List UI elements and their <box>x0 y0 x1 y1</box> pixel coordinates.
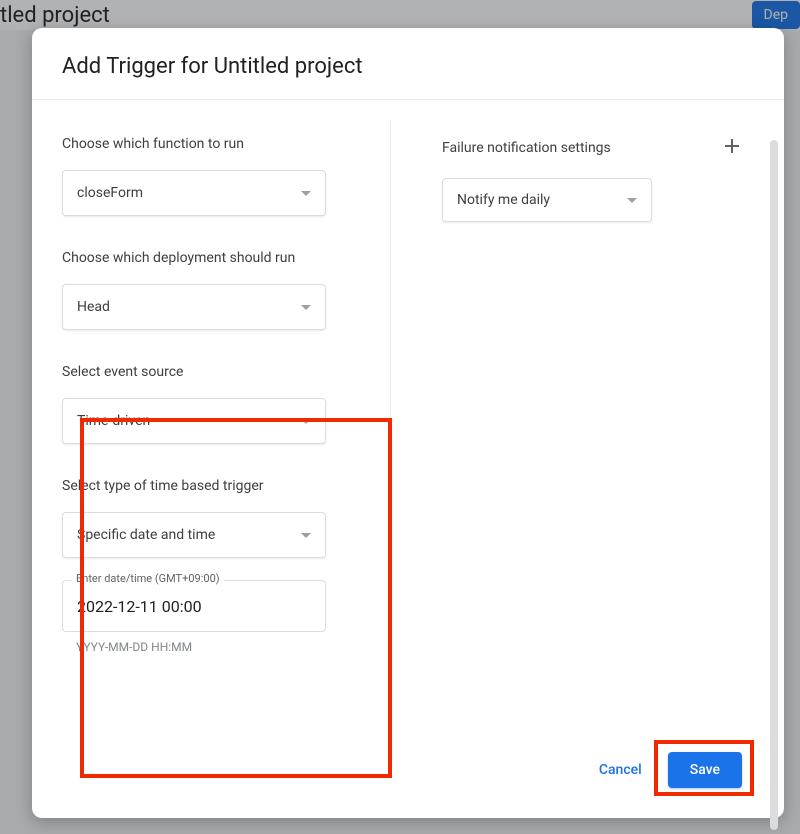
chevron-down-icon <box>301 299 311 315</box>
function-select[interactable]: closeForm <box>62 170 326 216</box>
chevron-down-icon <box>627 192 637 208</box>
chevron-down-icon <box>301 185 311 201</box>
save-button[interactable]: Save <box>668 752 742 788</box>
notification-select[interactable]: Notify me daily <box>442 178 652 222</box>
chevron-down-icon <box>301 413 311 429</box>
datetime-field: Enter date/time (GMT+09:00) <box>62 580 326 632</box>
notification-select-value: Notify me daily <box>457 192 550 208</box>
right-column: Failure notification settings Notify me … <box>394 100 784 738</box>
scrollbar[interactable] <box>770 140 778 830</box>
deployment-select-value: Head <box>77 299 110 315</box>
datetime-legend: Enter date/time (GMT+09:00) <box>72 572 224 585</box>
add-notification-button[interactable] <box>720 136 744 160</box>
datetime-helper: YYYY-MM-DD HH:MM <box>62 640 394 654</box>
event-source-label: Select event source <box>62 364 394 380</box>
modal-title: Add Trigger for Untitled project <box>32 28 784 99</box>
plus-icon <box>724 138 740 158</box>
deployment-label: Choose which deployment should run <box>62 250 394 266</box>
function-select-value: closeForm <box>77 185 143 201</box>
time-trigger-type-select-value: Specific date and time <box>77 527 215 543</box>
modal-body: Choose which function to run closeForm C… <box>32 100 784 738</box>
add-trigger-modal: Add Trigger for Untitled project Choose … <box>32 28 784 818</box>
notification-header: Failure notification settings <box>442 136 744 160</box>
deployment-select[interactable]: Head <box>62 284 326 330</box>
event-source-select[interactable]: Time-driven <box>62 398 326 444</box>
deployment-block: Choose which deployment should run Head <box>62 250 394 330</box>
datetime-input[interactable] <box>62 580 326 632</box>
time-trigger-type-label: Select type of time based trigger <box>62 478 394 494</box>
function-label: Choose which function to run <box>62 136 394 152</box>
left-column: Choose which function to run closeForm C… <box>62 100 394 738</box>
time-trigger-type-block: Select type of time based trigger Specif… <box>62 478 394 558</box>
function-block: Choose which function to run closeForm <box>62 136 394 216</box>
event-source-block: Select event source Time-driven <box>62 364 394 444</box>
chevron-down-icon <box>301 527 311 543</box>
modal-footer: Cancel Save <box>32 738 784 818</box>
event-source-select-value: Time-driven <box>77 413 150 429</box>
cancel-button[interactable]: Cancel <box>583 752 658 788</box>
time-trigger-type-select[interactable]: Specific date and time <box>62 512 326 558</box>
notification-label: Failure notification settings <box>442 140 611 156</box>
